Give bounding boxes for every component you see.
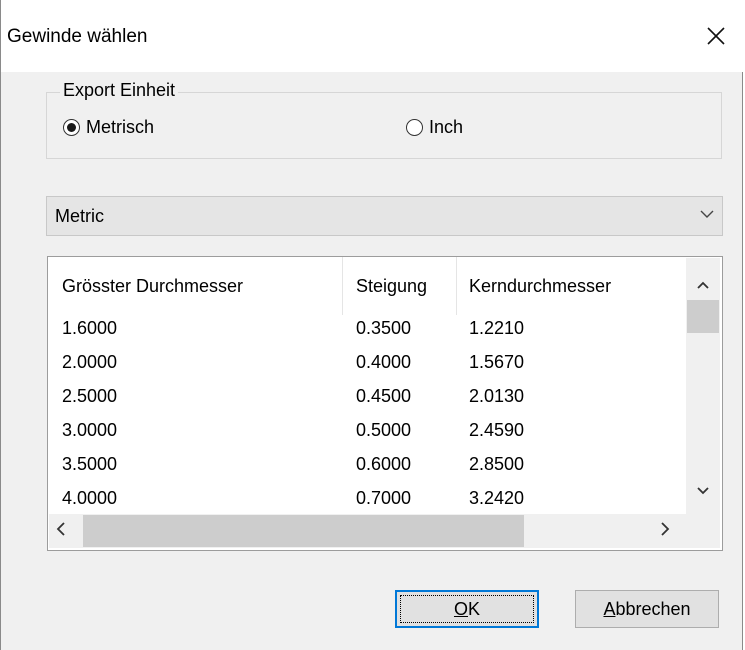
column-header-durchmesser[interactable]: Grösster Durchmesser bbox=[48, 257, 343, 315]
chevron-down-icon bbox=[700, 210, 714, 218]
chevron-left-icon bbox=[56, 522, 65, 536]
table-row[interactable]: 3.5000 0.6000 2.8500 bbox=[48, 454, 686, 480]
cell-durchmesser: 3.5000 bbox=[62, 454, 118, 474]
cell-kerndurchmesser: 2.4590 bbox=[469, 420, 525, 440]
radio-metrisch-label: Metrisch bbox=[86, 117, 155, 137]
cell-kerndurchmesser: 2.0130 bbox=[469, 386, 525, 406]
cell-durchmesser: 1.6000 bbox=[62, 318, 118, 338]
scrollbar-corner bbox=[686, 514, 720, 548]
cell-steigung: 0.4500 bbox=[356, 386, 412, 406]
cancel-button[interactable]: Abbrechen bbox=[575, 590, 719, 628]
horizontal-scrollbar[interactable] bbox=[49, 514, 686, 548]
column-header-kerndurchmesser[interactable]: Kerndurchmesser bbox=[457, 257, 686, 315]
cell-durchmesser: 3.0000 bbox=[62, 420, 118, 440]
cell-durchmesser: 2.5000 bbox=[62, 386, 118, 406]
table-row[interactable]: 1.6000 0.3500 1.2210 bbox=[48, 318, 686, 344]
column-header-steigung[interactable]: Steigung bbox=[343, 257, 457, 315]
radio-selected-dot bbox=[67, 123, 76, 132]
radio-metrisch[interactable]: Metrisch bbox=[63, 117, 154, 138]
cell-kerndurchmesser: 1.2210 bbox=[469, 318, 525, 338]
window-title: Gewinde wählen bbox=[7, 26, 148, 47]
close-icon bbox=[707, 27, 725, 45]
cell-kerndurchmesser: 3.2420 bbox=[469, 488, 525, 508]
ok-label-rest: K bbox=[468, 598, 481, 619]
table-row[interactable]: 2.0000 0.4000 1.5670 bbox=[48, 352, 686, 378]
vertical-scrollbar[interactable] bbox=[686, 258, 720, 514]
cell-kerndurchmesser: 1.5670 bbox=[469, 352, 525, 372]
table-row[interactable]: 3.0000 0.5000 2.4590 bbox=[48, 420, 686, 446]
radio-inch-circle[interactable] bbox=[406, 119, 423, 136]
radio-inch-label: Inch bbox=[429, 117, 464, 137]
cell-steigung: 0.7000 bbox=[356, 488, 412, 508]
chevron-right-icon bbox=[661, 522, 670, 536]
ok-button[interactable]: OK bbox=[395, 590, 539, 628]
horizontal-scroll-thumb[interactable] bbox=[83, 515, 524, 547]
cell-steigung: 0.5000 bbox=[356, 420, 412, 440]
scroll-up-button[interactable] bbox=[686, 280, 720, 298]
table-header: Grösster Durchmesser Steigung Kerndurchm… bbox=[48, 257, 686, 315]
close-button[interactable] bbox=[693, 18, 739, 54]
cell-kerndurchmesser: 2.8500 bbox=[469, 454, 525, 474]
cell-durchmesser: 2.0000 bbox=[62, 352, 118, 372]
table-row[interactable]: 4.0000 0.7000 3.2420 bbox=[48, 488, 686, 514]
cell-steigung: 0.3500 bbox=[356, 318, 412, 338]
scroll-down-button[interactable] bbox=[686, 486, 720, 504]
cancel-mnemonic: A bbox=[603, 598, 616, 619]
chevron-up-icon bbox=[697, 281, 709, 289]
radio-inch[interactable]: Inch bbox=[406, 117, 463, 138]
vertical-scroll-thumb[interactable] bbox=[687, 300, 719, 333]
table-row[interactable]: 2.5000 0.4500 2.0130 bbox=[48, 386, 686, 412]
scroll-right-button[interactable] bbox=[659, 522, 677, 540]
thread-standard-select[interactable]: Metric bbox=[46, 196, 723, 236]
export-unit-legend: Export Einheit bbox=[60, 80, 179, 101]
chevron-down-icon bbox=[697, 487, 709, 495]
cell-durchmesser: 4.0000 bbox=[62, 488, 118, 508]
thread-table[interactable]: Grösster Durchmesser Steigung Kerndurchm… bbox=[47, 256, 723, 551]
ok-mnemonic: O bbox=[453, 598, 468, 619]
cell-steigung: 0.6000 bbox=[356, 454, 412, 474]
radio-metrisch-circle[interactable] bbox=[63, 119, 80, 136]
scroll-left-button[interactable] bbox=[55, 522, 73, 540]
cancel-label-rest: bbrechen bbox=[615, 598, 691, 619]
cell-steigung: 0.4000 bbox=[356, 352, 412, 372]
thread-standard-value: Metric bbox=[55, 206, 104, 226]
dialog-window: Gewinde wählen Export Einheit Metrisch I… bbox=[0, 0, 744, 650]
title-bar: Gewinde wählen bbox=[1, 0, 744, 72]
